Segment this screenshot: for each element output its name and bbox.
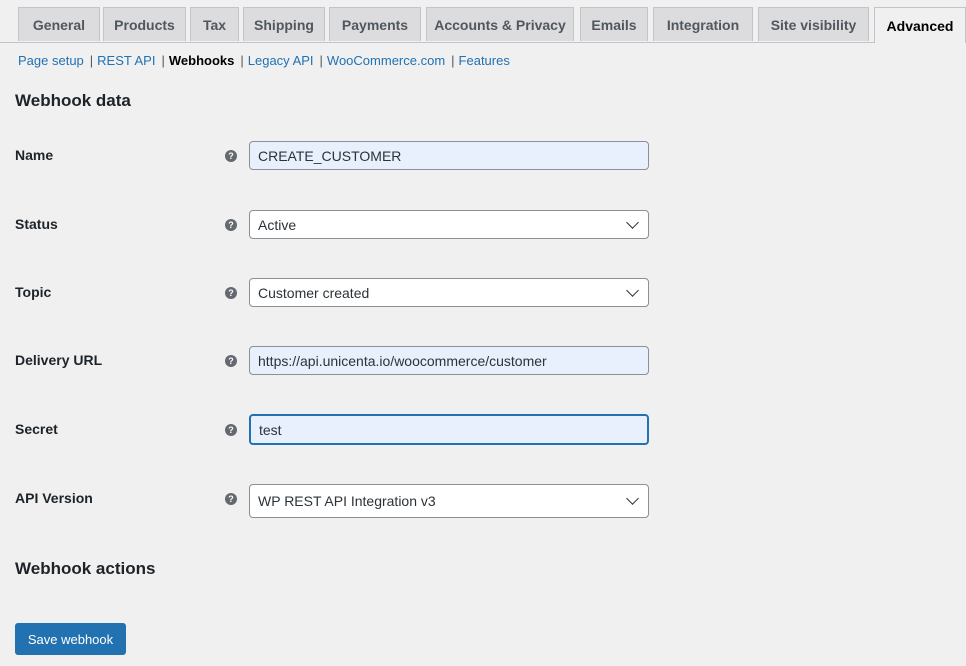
tab-emails[interactable]: Emails <box>580 7 648 41</box>
chevron-down-icon <box>626 492 639 505</box>
subnav-separator: | <box>89 53 94 68</box>
tab-integration[interactable]: Integration <box>653 7 753 41</box>
subnav-rest-api[interactable]: REST API <box>97 53 155 68</box>
subnav-separator: | <box>240 53 244 68</box>
tab-payments[interactable]: Payments <box>329 7 421 41</box>
delivery-url-label: Delivery URL <box>15 352 103 368</box>
subnav-separator: | <box>161 53 165 68</box>
webhook-data-heading: Webhook data <box>15 91 131 110</box>
chevron-down-icon <box>626 215 639 229</box>
subnav-webhooks: Webhooks <box>168 53 235 68</box>
name-field[interactable] <box>249 141 649 170</box>
tab-accounts-privacy[interactable]: Accounts & Privacy <box>426 7 574 41</box>
subnav-separator: | <box>319 53 323 68</box>
secret-field[interactable] <box>249 414 649 445</box>
help-icon[interactable]: ? <box>225 219 237 231</box>
save-webhook-button[interactable]: Save webhook <box>15 623 126 655</box>
tab-products[interactable]: Products <box>103 7 186 41</box>
api-version-select[interactable]: WP REST API Integration v3 <box>249 484 649 518</box>
help-icon[interactable]: ? <box>225 150 237 162</box>
topic-select[interactable]: Customer created <box>249 278 649 307</box>
help-icon[interactable]: ? <box>225 287 237 299</box>
webhook-actions-heading: Webhook actions <box>15 559 156 578</box>
status-value: Active <box>258 216 297 233</box>
tab-tax[interactable]: Tax <box>190 7 239 41</box>
status-select[interactable]: Active <box>249 210 649 239</box>
chevron-down-icon <box>626 283 639 297</box>
help-icon[interactable]: ? <box>225 355 237 367</box>
tab-shipping[interactable]: Shipping <box>243 7 325 41</box>
subnav-legacy-api[interactable]: Legacy API <box>248 53 314 68</box>
subnav-page-setup[interactable]: Page setup <box>18 53 84 68</box>
api-version-label: API Version <box>15 490 93 506</box>
tab-general[interactable]: General <box>18 7 100 41</box>
topic-value: Customer created <box>258 284 370 301</box>
api-version-value: WP REST API Integration v3 <box>258 493 436 509</box>
help-icon[interactable]: ? <box>225 424 237 436</box>
help-icon[interactable]: ? <box>225 493 237 505</box>
settings-tabs: General Products Tax Shipping Payments A… <box>0 0 966 43</box>
subnav-separator: | <box>451 53 455 68</box>
topic-label: Topic <box>15 284 52 300</box>
subsection-nav: Page setup | REST API | Webhooks | Legacy API |… <box>18 53 510 68</box>
secret-label: Secret <box>15 421 58 437</box>
subnav-features[interactable]: Features <box>459 53 510 68</box>
status-label: Status <box>15 216 58 232</box>
delivery-url-field[interactable] <box>249 346 649 375</box>
name-label: Name <box>15 147 54 163</box>
tab-site-visibility[interactable]: Site visibility <box>758 7 869 41</box>
subnav-woocommerce-com[interactable]: WooCommerce.com <box>327 53 445 68</box>
tab-advanced[interactable]: Advanced <box>874 7 966 43</box>
